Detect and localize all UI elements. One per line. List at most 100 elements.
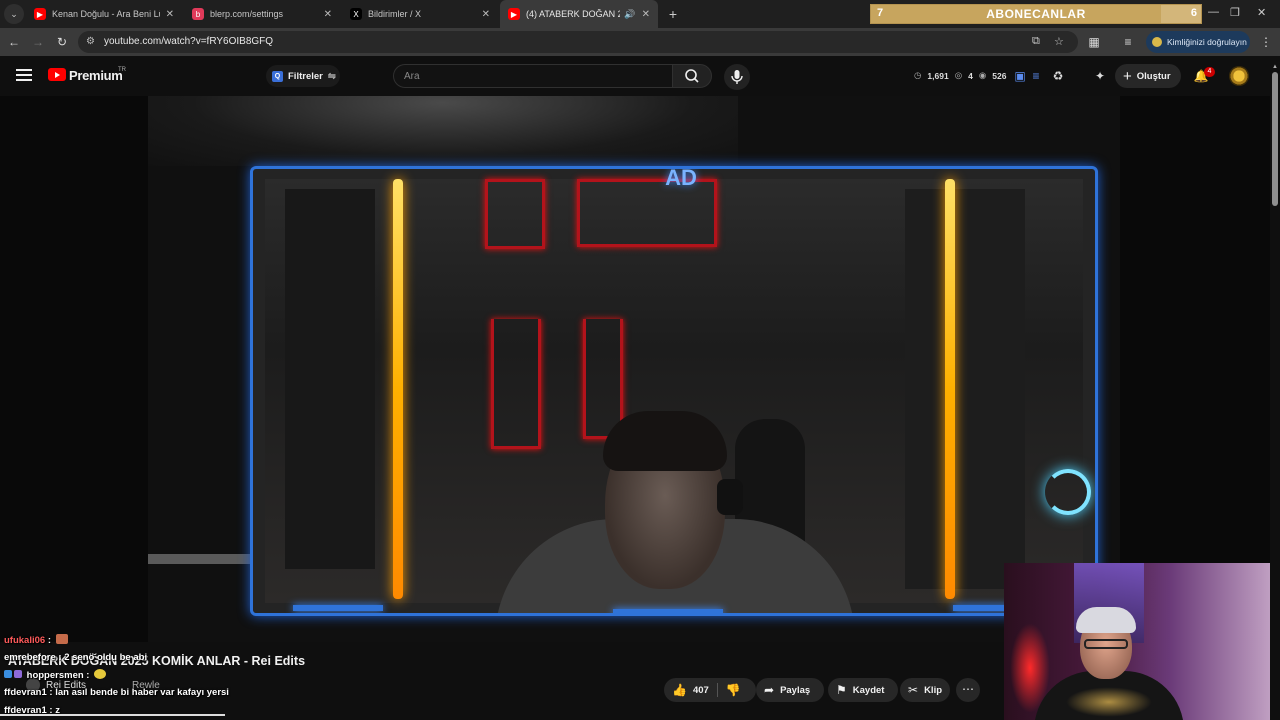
stream-room-scene	[265, 179, 1091, 613]
clip-button[interactable]: ✂ Klip	[900, 678, 950, 702]
new-tab-button[interactable]: +	[664, 5, 682, 23]
share-icon: ➦	[764, 683, 775, 697]
restore-icon[interactable]: ❐	[1230, 6, 1240, 19]
address-bar[interactable]: ⚙ youtube.com/watch?v=fRY6OIB8GFQ ⧉ ☆	[78, 31, 1078, 53]
thumbs-down-icon[interactable]: 👎	[726, 683, 741, 697]
screen: ⌄ ▶ Kenan Doğulu - Ara Beni Lütfen ✕ b b…	[0, 0, 1280, 720]
save-button[interactable]: ⚑ Kaydet	[828, 678, 898, 702]
video-player[interactable]: AD	[0, 96, 1280, 642]
subscriber-goal-widget: ABONECANLAR 7 6	[870, 4, 1202, 24]
like-dislike-group: 👍 407 👎	[664, 678, 756, 702]
scissors-icon: ✂	[908, 683, 919, 697]
wall-panel	[905, 189, 1025, 589]
clock-icon: ◷	[914, 70, 922, 80]
bookmark-star-icon[interactable]: ☆	[1054, 35, 1064, 48]
reload-icon[interactable]: ↻	[54, 34, 70, 50]
eye-icon: ◎	[954, 70, 963, 80]
chevron-down-icon: ⌄	[10, 8, 18, 19]
thumbs-up-icon[interactable]: 👍	[672, 683, 687, 697]
frame-accent-bar	[293, 605, 383, 611]
extension-q-icon[interactable]: ▣	[1012, 68, 1028, 84]
youtube-header: Premium TR Q Filtreler ⇋ ◷ 1,691	[0, 56, 1280, 96]
browser-toolbar: ← → ↻ ⚙ youtube.com/watch?v=fRY6OIB8GFQ …	[0, 28, 1280, 56]
wall-panel	[285, 189, 375, 569]
emote-icon	[94, 669, 107, 679]
microphone-icon	[731, 70, 743, 84]
display-shelf	[485, 179, 545, 249]
scroll-up-icon[interactable]: ▲	[1272, 64, 1278, 70]
chat-badge-icon	[14, 670, 22, 678]
chat-badge-icon	[4, 670, 12, 678]
frame-accent-bar	[613, 609, 723, 613]
youtube-favicon-icon: ▶	[34, 8, 46, 20]
extension-badge-icon: Q	[272, 70, 283, 82]
subscriber-goal-current: 7	[877, 7, 884, 19]
sliders-icon: ⇋	[327, 70, 336, 82]
display-shelf	[583, 319, 623, 439]
minimize-icon[interactable]: —	[1208, 6, 1219, 18]
search-button[interactable]	[672, 64, 712, 88]
viewer-icon: ◉	[978, 70, 987, 80]
subscriber-goal-target: 6	[1190, 7, 1197, 19]
tab-search-button[interactable]: ⌄	[4, 4, 24, 24]
profile-icon	[1152, 37, 1162, 47]
trophy-icon[interactable]: ♻	[1050, 68, 1066, 84]
youtube-favicon-icon: ▶	[508, 8, 520, 20]
menu-icon[interactable]	[16, 69, 32, 81]
back-icon[interactable]: ←	[6, 34, 22, 50]
close-tab-icon[interactable]: ✕	[166, 9, 174, 20]
search-input[interactable]	[404, 69, 654, 83]
cyan-lamp	[1045, 469, 1091, 515]
media-control-icon[interactable]: ≡	[1120, 34, 1136, 50]
close-tab-icon[interactable]: ✕	[482, 9, 490, 20]
display-shelf	[491, 319, 541, 449]
tab-x-notifications[interactable]: X Bildirimler / X ✕	[342, 0, 498, 28]
close-tab-icon[interactable]: ✕	[642, 9, 650, 20]
webcam-overlay	[1004, 563, 1280, 720]
stream-chat-overlay: ufukali06 : emrebefore : 2 senö oldu be …	[0, 632, 260, 720]
glasses	[1084, 639, 1128, 649]
x-favicon-icon: X	[350, 8, 362, 20]
streamer-hair	[603, 411, 727, 471]
verify-identity-button[interactable]: Kimliğinizi doğrulayın	[1146, 31, 1250, 53]
scrollbar-thumb[interactable]	[1272, 72, 1278, 206]
stream-overlay-frame: AD	[250, 166, 1098, 616]
close-window-icon[interactable]: ✕	[1257, 6, 1266, 19]
sparkle-icon[interactable]: ✦	[1092, 68, 1108, 84]
streamer-cap	[1076, 607, 1136, 633]
chat-message: emrebefore : 2 senö oldu be abi	[4, 652, 148, 663]
shirt-print	[1066, 687, 1152, 717]
site-info-icon[interactable]: ⚙	[86, 36, 95, 47]
youtube-premium-brand[interactable]: Premium	[69, 68, 123, 83]
share-button[interactable]: ➦ Paylaş	[756, 678, 824, 702]
video-top-glow	[148, 96, 738, 166]
list-icon[interactable]: ≡	[1028, 68, 1044, 84]
subscriber-goal-title: ABONECANLAR	[986, 7, 1086, 21]
account-avatar[interactable]	[1229, 66, 1249, 86]
channel-logo-mark: AD	[665, 166, 697, 190]
url-text: youtube.com/watch?v=fRY6OIB8GFQ	[104, 36, 274, 47]
chat-divider	[0, 714, 225, 716]
search-icon	[685, 69, 699, 83]
neon-light-left	[393, 179, 403, 599]
filters-button[interactable]: Q Filtreler ⇋	[266, 65, 340, 87]
notification-count-badge: 4	[1204, 67, 1215, 77]
plus-icon: +	[1123, 67, 1132, 85]
region-code: TR	[118, 67, 126, 73]
tab-kenan-dogulu[interactable]: ▶ Kenan Doğulu - Ara Beni Lütfen ✕	[26, 0, 182, 28]
speaker-icon[interactable]: 🔊	[624, 9, 635, 20]
tab-blerp-settings[interactable]: b blerp.com/settings ✕	[184, 0, 340, 28]
install-icon[interactable]: ⧉	[1032, 35, 1040, 48]
browser-menu-icon[interactable]: ⋮	[1258, 34, 1274, 50]
tab-ataberk-dogan[interactable]: ▶ (4) ATABERK DOĞAN 2025 | 🔊 ✕	[500, 0, 658, 28]
chat-message: hoppersmen :	[4, 669, 107, 681]
close-tab-icon[interactable]: ✕	[324, 9, 332, 20]
like-count[interactable]: 407	[693, 685, 709, 696]
more-actions-button[interactable]: ⋯	[956, 678, 980, 702]
extensions-icon[interactable]: ▦	[1086, 34, 1102, 50]
create-button[interactable]: + Oluştur	[1115, 64, 1181, 88]
voice-search-button[interactable]	[724, 64, 750, 90]
bookmark-icon: ⚑	[836, 683, 847, 697]
forward-icon[interactable]: →	[30, 34, 46, 50]
youtube-logo-icon[interactable]	[48, 68, 66, 81]
